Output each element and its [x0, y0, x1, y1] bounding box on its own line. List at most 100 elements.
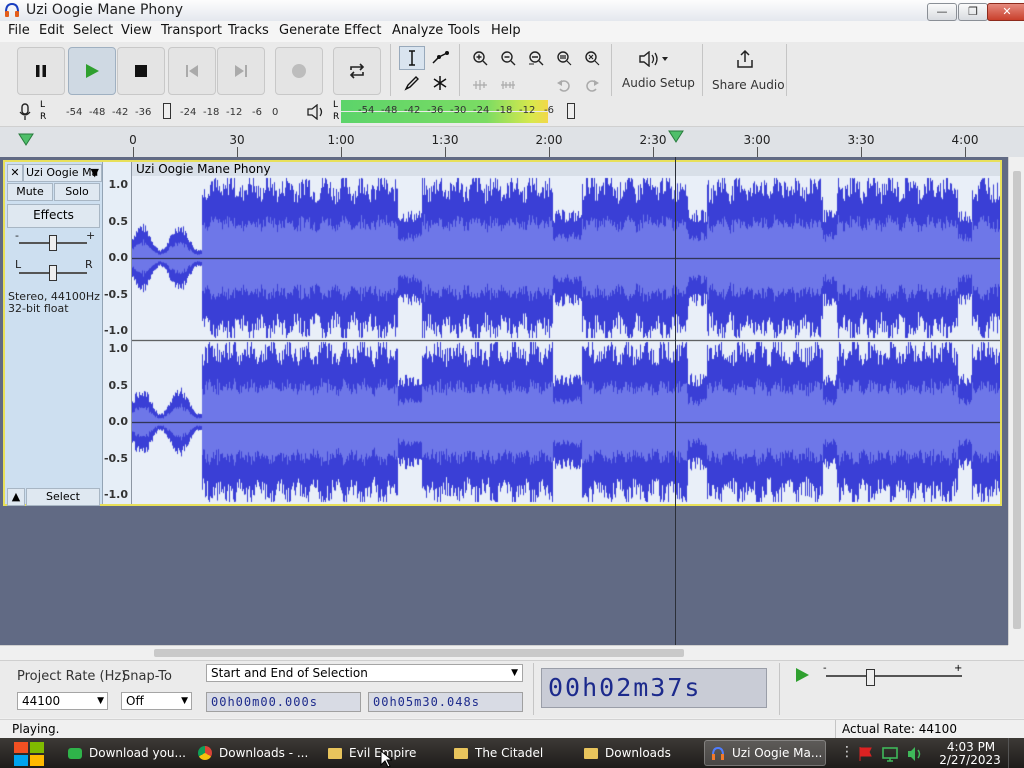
skip-to-start-button[interactable] — [168, 47, 216, 95]
envelope-tool[interactable] — [427, 46, 453, 70]
network-icon[interactable] — [882, 746, 900, 762]
skip-start-icon — [186, 65, 198, 77]
multi-tool[interactable] — [427, 71, 453, 95]
fit-selection-button[interactable] — [523, 46, 549, 70]
undo-button[interactable] — [551, 73, 577, 97]
track-area[interactable]: ✕ Uzi Oogie Ma ▼ Mute Solo Effects - + L… — [0, 157, 1008, 645]
solo-button[interactable]: Solo — [54, 183, 100, 201]
silence-audio-button[interactable] — [495, 73, 521, 97]
record-meter-tick: -18 — [203, 107, 220, 118]
selection-end-time[interactable]: 00h05m30.048s — [368, 692, 523, 712]
menu-generate[interactable]: Generate — [279, 23, 340, 38]
timeline-tick — [549, 147, 550, 157]
menu-transport[interactable]: Transport — [161, 23, 222, 38]
vertical-scroll-thumb[interactable] — [1013, 171, 1021, 629]
draw-tool[interactable] — [399, 71, 425, 95]
playback-meter[interactable]: -54 -48 -42 -36 -30 -24 -18 -12 -6 — [341, 100, 579, 124]
speaker-icon[interactable] — [306, 104, 326, 120]
maximize-button[interactable]: ❐ — [958, 3, 988, 21]
track-name-menu[interactable]: Uzi Oogie Ma ▼ — [23, 164, 102, 182]
audio-track[interactable]: ✕ Uzi Oogie Ma ▼ Mute Solo Effects - + L… — [3, 160, 1002, 506]
pause-button[interactable] — [17, 47, 65, 95]
playback-level-slider[interactable] — [567, 103, 575, 119]
horizontal-scroll-thumb[interactable] — [154, 649, 684, 657]
audio-setup-button[interactable]: Audio Setup — [616, 45, 696, 95]
redo-icon — [586, 80, 599, 92]
taskbar-item-downloads[interactable]: Downloads — [578, 740, 698, 766]
pan-slider[interactable] — [49, 265, 57, 281]
menu-effect[interactable]: Effect — [344, 23, 381, 38]
select-track-button[interactable]: Select — [26, 488, 100, 506]
record-level-slider[interactable] — [163, 103, 171, 119]
record-meter[interactable]: -54 -48 -42 -36 -24 -18 -12 -6 0 — [48, 101, 284, 121]
track-close-button[interactable]: ✕ — [7, 164, 23, 182]
zoom-out-button[interactable] — [495, 46, 521, 70]
menu-analyze[interactable]: Analyze — [392, 23, 443, 38]
show-desktop-button[interactable] — [1008, 738, 1024, 768]
play-button[interactable] — [68, 47, 116, 95]
stop-button[interactable] — [117, 47, 165, 95]
play-at-speed-button[interactable] — [793, 666, 817, 688]
snap-to-select[interactable]: Off ▼ — [121, 692, 192, 710]
audio-position-value: 00h02m37s — [548, 673, 702, 702]
vertical-scrollbar[interactable] — [1008, 157, 1024, 645]
taskbar-item-chrome[interactable]: Downloads - ... — [192, 740, 312, 766]
gain-minus-label: - — [15, 229, 19, 242]
project-rate-select[interactable]: 44100 ▼ — [17, 692, 108, 710]
waveform-display[interactable]: Uzi Oogie Mane Phony — [132, 162, 1000, 504]
minimize-button[interactable]: — — [927, 3, 957, 21]
chrome-icon — [198, 746, 212, 760]
clip-name: Uzi Oogie Mane Phony — [136, 162, 271, 176]
effects-button[interactable]: Effects — [7, 204, 100, 228]
menu-view[interactable]: View — [121, 23, 152, 38]
record-meter-tick: -24 — [180, 107, 197, 118]
menu-tracks[interactable]: Tracks — [228, 23, 269, 38]
menu-select[interactable]: Select — [73, 23, 113, 38]
selection-start-time[interactable]: 00h00m00.000s — [206, 692, 361, 712]
menu-tools[interactable]: Tools — [448, 23, 480, 38]
playhead-icon[interactable] — [668, 130, 684, 144]
timeline-ruler[interactable]: 0 30 1:00 1:30 2:00 2:30 3:00 3:30 4:00 — [0, 127, 1024, 158]
taskbar-item-label: Uzi Oogie Ma... — [732, 746, 823, 760]
zoom-in-button[interactable] — [467, 46, 493, 70]
zoom-in-icon — [473, 51, 488, 66]
zoom-toggle-button[interactable] — [579, 46, 605, 70]
timeline-options-icon[interactable] — [18, 132, 34, 146]
menu-edit[interactable]: Edit — [39, 23, 64, 38]
horizontal-scrollbar[interactable] — [0, 645, 1008, 660]
amplitude-tick-label: 0.0 — [108, 415, 129, 428]
record-button[interactable] — [275, 47, 323, 95]
clip-header[interactable]: Uzi Oogie Mane Phony — [132, 162, 1000, 176]
gain-slider[interactable] — [49, 235, 57, 251]
flag-icon[interactable] — [858, 746, 874, 762]
taskbar-item-audacity[interactable]: Uzi Oogie Ma... — [704, 740, 826, 766]
skip-to-end-button[interactable] — [217, 47, 265, 95]
redo-button[interactable] — [579, 73, 605, 97]
clock-time: 4:03 PM — [946, 740, 996, 754]
play-speed-slider[interactable] — [866, 669, 875, 686]
menu-file[interactable]: File — [8, 23, 30, 38]
tray-overflow-icon[interactable]: ⋮ — [840, 744, 854, 760]
trim-audio-button[interactable] — [467, 73, 493, 97]
waveform-canvas[interactable] — [132, 176, 1000, 504]
timeline-tick — [653, 147, 654, 157]
loop-button[interactable] — [333, 47, 381, 95]
collapse-track-button[interactable]: ▲ — [7, 488, 25, 506]
menu-help[interactable]: Help — [491, 23, 521, 38]
close-button[interactable]: ✕ — [987, 3, 1024, 21]
share-audio-label: Share Audio — [712, 78, 785, 92]
mute-button[interactable]: Mute — [7, 183, 53, 201]
start-button[interactable] — [6, 739, 52, 767]
selection-tool[interactable] — [399, 46, 425, 70]
fit-project-button[interactable] — [551, 46, 577, 70]
selection-mode-select[interactable]: Start and End of Selection ▼ — [206, 664, 523, 682]
share-audio-button[interactable]: Share Audio — [706, 45, 785, 95]
taskbar-item-download[interactable]: Download you... — [62, 740, 186, 766]
play-icon — [86, 64, 99, 78]
meter-toolbar: L R -54 -48 -42 -36 -24 -18 -12 -6 0 L R… — [0, 98, 1024, 127]
volume-icon[interactable] — [906, 746, 924, 762]
taskbar-item-the-citadel[interactable]: The Citadel — [448, 740, 568, 766]
audio-position-display[interactable]: 00h02m37s — [541, 668, 767, 708]
microphone-icon[interactable] — [18, 103, 32, 121]
i-beam-icon — [409, 50, 415, 66]
